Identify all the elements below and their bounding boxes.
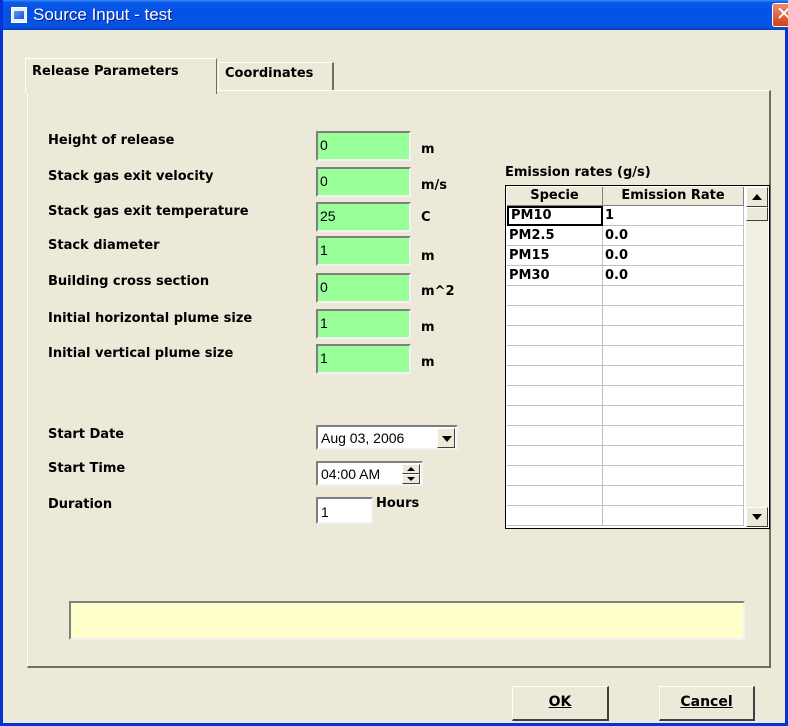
start-date-value: Aug 03, 2006 [321, 430, 405, 446]
spin-down-icon[interactable] [402, 474, 420, 484]
cancel-button[interactable]: Cancel [659, 686, 755, 721]
table-cell-specie[interactable]: PM2.5 [507, 226, 603, 246]
table-cell-empty[interactable] [507, 326, 603, 346]
temperature-input[interactable]: 25 [316, 202, 411, 232]
grid-scrollbar[interactable] [746, 187, 768, 527]
app-icon [11, 7, 27, 23]
table-cell-empty[interactable] [507, 506, 603, 526]
spin-up-icon[interactable] [402, 464, 420, 474]
column-header-emission-rate[interactable]: Emission Rate [603, 187, 744, 206]
velocity-input[interactable]: 0 [316, 167, 411, 197]
table-cell-empty[interactable] [507, 406, 603, 426]
height-input[interactable]: 0 [316, 131, 411, 161]
duration-unit: Hours [376, 496, 420, 511]
vertical-plume-unit: m [421, 355, 435, 370]
table-cell-empty[interactable] [507, 386, 603, 406]
table-cell-empty[interactable] [603, 486, 744, 506]
table-cell-empty[interactable] [507, 306, 603, 326]
scroll-up-icon[interactable] [746, 187, 768, 207]
diameter-input[interactable]: 1 [316, 236, 411, 266]
duration-value: 1 [321, 504, 329, 520]
cross-section-label: Building cross section [48, 274, 210, 289]
table-cell-rate[interactable]: 0.0 [603, 246, 744, 266]
table-cell-empty[interactable] [603, 506, 744, 526]
chevron-down-icon[interactable] [437, 428, 455, 448]
diameter-unit: m [421, 249, 435, 264]
start-date-picker[interactable]: Aug 03, 2006 [316, 425, 458, 450]
table-cell-empty[interactable] [507, 466, 603, 486]
velocity-label: Stack gas exit velocity [48, 169, 214, 184]
table-cell-empty[interactable] [507, 446, 603, 466]
table-cell-empty[interactable] [603, 306, 744, 326]
duration-label: Duration [48, 497, 113, 512]
table-cell-rate[interactable]: 0.0 [603, 226, 744, 246]
table-cell-empty[interactable] [603, 386, 744, 406]
table-cell-specie[interactable]: PM30 [507, 266, 603, 286]
horizontal-plume-label: Initial horizontal plume size [48, 311, 253, 326]
cross-section-input[interactable]: 0 [316, 273, 411, 303]
table-cell-empty[interactable] [603, 346, 744, 366]
table-cell-specie[interactable]: PM15 [507, 246, 603, 266]
vertical-plume-input[interactable]: 1 [316, 344, 411, 374]
start-time-picker[interactable]: 04:00 AM [316, 461, 423, 486]
table-cell-empty[interactable] [603, 366, 744, 386]
temperature-unit: C [421, 210, 431, 225]
ok-button[interactable]: OK [512, 686, 609, 721]
table-cell-empty[interactable] [507, 366, 603, 386]
start-date-label: Start Date [48, 427, 125, 442]
horizontal-plume-input[interactable]: 1 [316, 309, 411, 339]
close-icon: ✕ [776, 3, 788, 25]
tab-release-parameters[interactable]: Release Parameters [25, 58, 217, 94]
start-time-label-text: Start Time [48, 461, 126, 476]
cross-section-unit: m^2 [421, 284, 455, 299]
table-cell-specie[interactable]: PM10 [507, 206, 603, 226]
column-header-specie[interactable]: Specie [507, 187, 603, 206]
table-cell-empty[interactable] [603, 406, 744, 426]
message-box [69, 601, 745, 640]
duration-input[interactable]: 1 [316, 497, 373, 524]
window-title: Source Input - test [33, 5, 172, 24]
table-cell-empty[interactable] [603, 466, 744, 486]
tab-coordinates[interactable]: Coordinates [218, 62, 334, 91]
emission-rates-title: Emission rates (g/s) [505, 165, 651, 180]
close-button[interactable]: ✕ [772, 3, 788, 27]
emission-rates-grid[interactable]: Specie Emission Rate PM10 1 PM2.5 0.0 PM… [505, 185, 770, 529]
start-time-value: 04:00 AM [321, 466, 381, 482]
table-cell-rate[interactable]: 0.0 [603, 266, 744, 286]
table-cell-empty[interactable] [507, 426, 603, 446]
height-unit: m [421, 142, 435, 157]
vertical-plume-label: Initial vertical plume size [48, 346, 234, 361]
diameter-label: Stack diameter [48, 238, 160, 253]
scroll-thumb[interactable] [746, 207, 768, 221]
table-cell-empty[interactable] [603, 326, 744, 346]
title-bar[interactable]: Source Input - test ✕ [3, 0, 788, 30]
table-cell-empty[interactable] [507, 346, 603, 366]
height-label: Height of release [48, 133, 175, 148]
table-cell-rate[interactable]: 1 [603, 206, 744, 226]
table-cell-empty[interactable] [603, 286, 744, 306]
velocity-unit: m/s [421, 178, 448, 193]
horizontal-plume-unit: m [421, 320, 435, 335]
table-cell-empty[interactable] [603, 426, 744, 446]
table-cell-empty[interactable] [507, 486, 603, 506]
table-cell-empty[interactable] [507, 286, 603, 306]
scroll-down-icon[interactable] [746, 507, 768, 527]
table-cell-empty[interactable] [603, 446, 744, 466]
source-input-dialog: Source Input - test ✕ Release Parameters… [0, 0, 788, 726]
time-spinner[interactable] [402, 464, 420, 484]
temperature-label: Stack gas exit temperature [48, 204, 249, 219]
